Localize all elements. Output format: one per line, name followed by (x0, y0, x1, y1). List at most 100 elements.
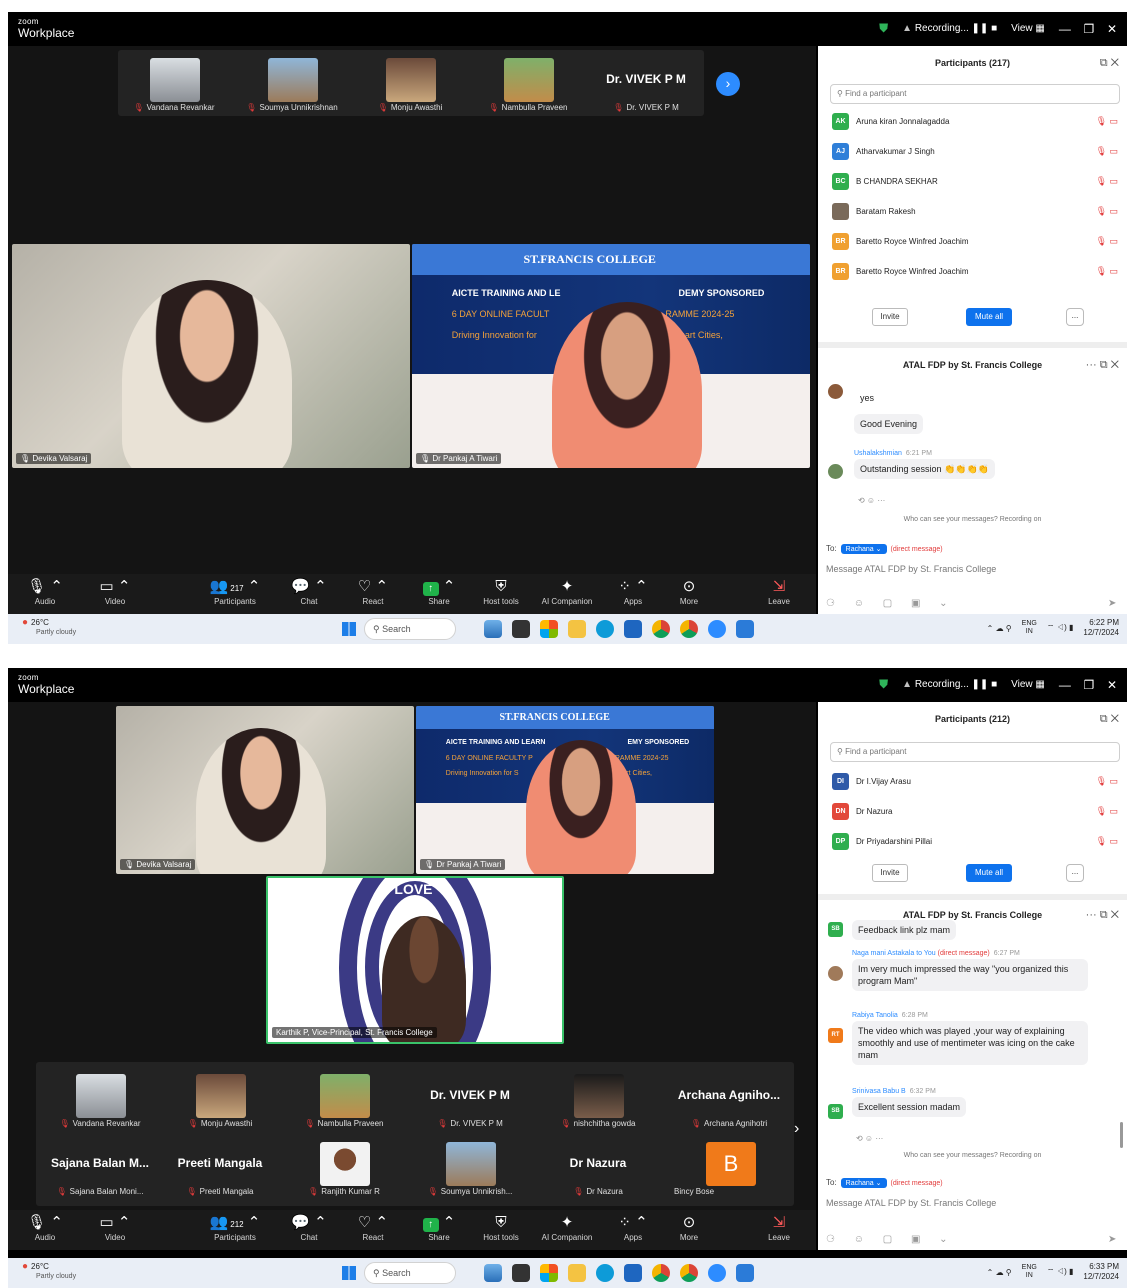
participant-tile[interactable]: Sajana Balan M... 🎙 Sajana Balan Moni... (40, 1138, 160, 1196)
mute-all-button[interactable]: Mute all (966, 864, 1012, 882)
participant-tile[interactable]: 🎙 Vandana Revankar (118, 54, 230, 112)
next-page-arrow-icon[interactable]: › (716, 72, 740, 96)
video-pankaj[interactable]: ST.FRANCIS COLLEGE AICTE TRAINING AND LE… (416, 706, 714, 874)
chrome-icon[interactable] (680, 620, 698, 638)
message-reaction-icons[interactable]: ⟲ ☺ ··· (858, 496, 885, 505)
participant-row[interactable]: DN Dr Nazura 🎙 ▭ (832, 798, 1122, 826)
app-icon[interactable] (484, 620, 502, 638)
participant-tile[interactable]: B Bincy Bose (666, 1138, 778, 1196)
participant-tile[interactable]: 🎙 nishchitha gowda (542, 1070, 654, 1128)
recording-indicator[interactable]: ▲ Recording... ❚❚ ■ (902, 679, 997, 690)
participant-row[interactable]: AJ Atharvakumar J Singh 🎙 ▭ (832, 138, 1122, 166)
chat-button[interactable]: 💬 ⌃ Chat (274, 577, 344, 606)
leave-button[interactable]: ⇲ Leave (744, 1213, 814, 1242)
ai-companion-button[interactable]: ✦ AI Companion (532, 1213, 602, 1242)
window-controls[interactable]: — ❐ ✕ (1059, 678, 1119, 692)
participant-row[interactable]: AK Aruna kiran Jonnalagadda 🎙 ▭ (832, 108, 1122, 136)
mic-video-off-icon[interactable]: 🎙 ▭ (1096, 776, 1118, 787)
app-icon[interactable] (736, 620, 754, 638)
participant-tile[interactable]: 🎙 Monju Awasthi (164, 1070, 276, 1128)
leave-button[interactable]: ⇲ Leave (744, 577, 814, 606)
video-devika[interactable]: 🎙 Devika Valsaraj (12, 244, 410, 468)
chrome-icon[interactable] (680, 1264, 698, 1282)
compose-toolbar-icons[interactable]: ⚆ ☺ ▢ ▣ ⌄ (826, 1234, 956, 1245)
send-icon[interactable]: ➤ (1108, 1234, 1116, 1245)
ai-companion-button[interactable]: ✦ AI Companion (532, 577, 602, 606)
participants-button[interactable]: 👥 212 ⌃ Participants (200, 1213, 270, 1242)
more-options-button[interactable]: ... (1066, 864, 1084, 882)
folder-icon[interactable] (568, 1264, 586, 1282)
weather-widget[interactable]: ● 26°C Partly cloudy (22, 1261, 76, 1281)
more-options-button[interactable]: ... (1066, 308, 1084, 326)
message-input[interactable]: Message ATAL FDP by St. Francis College (826, 1198, 996, 1208)
language-indicator[interactable]: ENG IN (1022, 620, 1037, 635)
chat-window-controls-icon[interactable]: ··· ⧉ ✕ (1086, 352, 1119, 378)
clock[interactable]: 6:22 PM 12/7/2024 (1083, 618, 1119, 638)
app-icon[interactable] (484, 1264, 502, 1282)
participant-search-input[interactable]: ⚲ Find a participant (830, 84, 1120, 104)
share-button[interactable]: ↑ ⌃ Share (404, 577, 474, 606)
store-icon[interactable] (624, 620, 642, 638)
participant-tile[interactable]: 🎙 Soumya Unnikrishnan (236, 54, 348, 112)
send-icon[interactable]: ➤ (1108, 598, 1116, 609)
video-button[interactable]: ▭ ⌃ Video (80, 1213, 150, 1242)
security-shield-icon[interactable]: ⛊ (879, 21, 888, 36)
chat-scrollbar[interactable] (1120, 1122, 1123, 1148)
participant-row[interactable]: BC B CHANDRA SEKHAR 🎙 ▭ (832, 168, 1122, 196)
more-button[interactable]: ⊙ More (654, 577, 724, 606)
more-button[interactable]: ⊙ More (654, 1213, 724, 1242)
react-button[interactable]: ♡ ⌃ React (338, 577, 408, 606)
taskbar-search[interactable]: ⚲ Search (364, 618, 456, 640)
windows-start-icon[interactable] (342, 622, 356, 636)
chat-window-controls-icon[interactable]: ··· ⧉ ✕ (1086, 902, 1119, 928)
participant-tile[interactable]: 🎙 Ranjith Kumar R (288, 1138, 400, 1196)
who-can-see[interactable]: Who can see your messages? Recording on (818, 1152, 1127, 1159)
zoom-app-icon[interactable] (708, 620, 726, 638)
participant-tile[interactable]: 🎙 Nambulla Praveen (472, 54, 584, 112)
security-shield-icon[interactable]: ⛊ (879, 677, 888, 692)
participant-tile[interactable]: 🎙 Nambulla Praveen (288, 1070, 400, 1128)
taskbar-search[interactable]: ⚲ Search (364, 1262, 456, 1284)
message-input[interactable]: Message ATAL FDP by St. Francis College (826, 564, 996, 574)
mic-video-off-icon[interactable]: 🎙 ▭ (1096, 836, 1118, 847)
app-icon[interactable] (512, 1264, 530, 1282)
video-devika[interactable]: 🎙 Devika Valsaraj (116, 706, 414, 874)
participant-row[interactable]: DI Dr I.Vijay Arasu 🎙 ▭ (832, 768, 1122, 796)
participant-row[interactable]: Baratam Rakesh 🎙 ▭ (832, 198, 1122, 226)
mic-video-off-icon[interactable]: 🎙 ▭ (1096, 146, 1118, 157)
mic-video-off-icon[interactable]: 🎙 ▭ (1096, 206, 1118, 217)
language-indicator[interactable]: ENG IN (1022, 1264, 1037, 1279)
who-can-see[interactable]: Who can see your messages? Recording on (818, 516, 1127, 523)
zoom-app-icon[interactable] (708, 1264, 726, 1282)
chrome-icon[interactable] (652, 1264, 670, 1282)
invite-button[interactable]: Invite (872, 864, 908, 882)
participant-tile[interactable]: 🎙 Vandana Revankar (44, 1070, 156, 1128)
react-button[interactable]: ♡ ⌃ React (338, 1213, 408, 1242)
app-icon[interactable] (512, 620, 530, 638)
mic-video-off-icon[interactable]: 🎙 ▭ (1096, 806, 1118, 817)
next-page-arrow-icon[interactable]: › (794, 1120, 799, 1138)
popout-close-icon[interactable]: ⧉ ✕ (1100, 50, 1119, 76)
folder-icon[interactable] (568, 620, 586, 638)
tray-icons[interactable]: ⌃ ☁ ⚲ (987, 624, 1012, 633)
mute-all-button[interactable]: Mute all (966, 308, 1012, 326)
mic-video-off-icon[interactable]: 🎙 ▭ (1096, 176, 1118, 187)
mic-video-off-icon[interactable]: 🎙 ▭ (1096, 236, 1118, 247)
view-button[interactable]: View ▦ (1011, 679, 1045, 690)
participant-tile[interactable]: Dr. VIVEK P M 🎙 Dr. VIVEK P M (414, 1070, 526, 1128)
recording-indicator[interactable]: ▲ Recording... ❚❚ ■ (902, 23, 997, 34)
view-button[interactable]: View ▦ (1011, 23, 1045, 34)
popout-close-icon[interactable]: ⧉ ✕ (1100, 706, 1119, 732)
participant-tile[interactable]: Archana Agniho... 🎙 Archana Agnihotri (666, 1070, 792, 1128)
participants-button[interactable]: 👥 217 ⌃ Participants (200, 577, 270, 606)
video-button[interactable]: ▭ ⌃ Video (80, 577, 150, 606)
audio-button[interactable]: 🎙 ⌃ Audio (10, 1213, 80, 1242)
participant-tile[interactable]: Dr. VIVEK P M 🎙 Dr. VIVEK P M (590, 54, 702, 112)
audio-button[interactable]: 🎙 ⌃ Audio (10, 577, 80, 606)
share-button[interactable]: ↑ ⌃ Share (404, 1213, 474, 1242)
recipient-selector[interactable]: Rachana ⌄ (840, 1178, 887, 1188)
chrome-icon[interactable] (652, 620, 670, 638)
app-icon[interactable] (736, 1264, 754, 1282)
invite-button[interactable]: Invite (872, 308, 908, 326)
host-tools-button[interactable]: ⛨ Host tools (466, 577, 536, 606)
